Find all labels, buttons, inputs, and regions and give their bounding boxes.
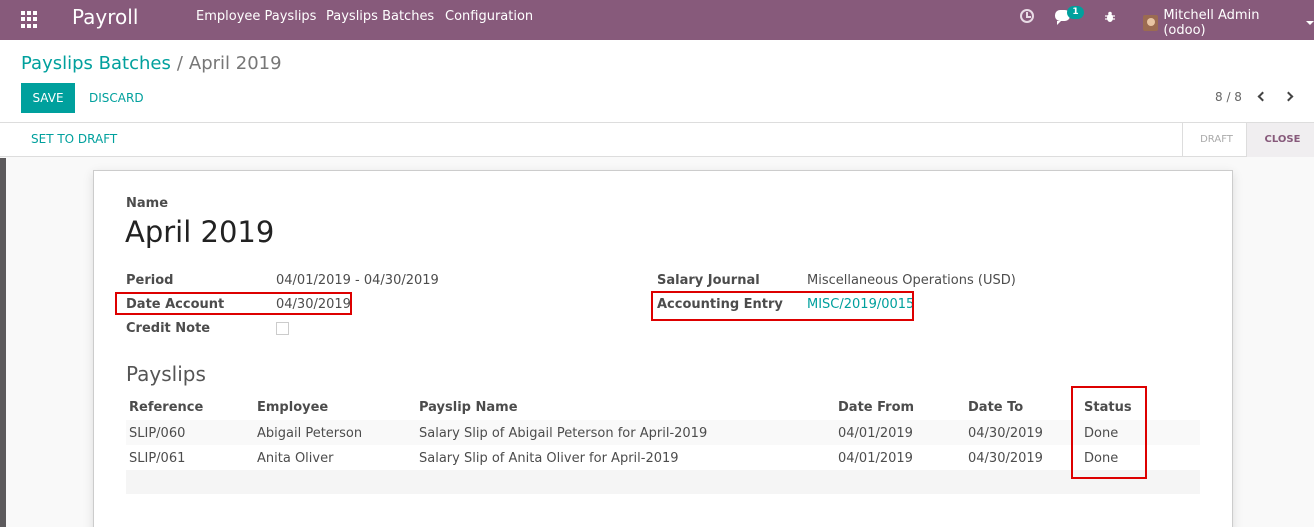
cell-date-from: 04/01/2019 (838, 426, 913, 441)
salary-journal-field[interactable]: Miscellaneous Operations (USD) (807, 273, 1016, 288)
period-label: Period (126, 273, 174, 288)
table-row[interactable]: SLIP/061 Anita Oliver Salary Slip of Ani… (126, 445, 1200, 470)
breadcrumb-separator: / (176, 53, 183, 74)
cell-employee: Abigail Peterson (257, 426, 363, 441)
credit-note-label: Credit Note (126, 321, 211, 336)
cell-payslip-name: Salary Slip of Abigail Peterson for Apri… (419, 426, 708, 441)
cell-reference: SLIP/061 (129, 451, 186, 466)
discard-button[interactable]: DISCARD (89, 83, 144, 113)
cell-employee: Anita Oliver (257, 451, 334, 466)
column-header-employee[interactable]: Employee (257, 400, 328, 415)
column-header-reference[interactable]: Reference (129, 400, 203, 415)
chevron-right-icon[interactable] (1283, 91, 1294, 102)
avatar (1143, 15, 1159, 31)
column-header-date-to[interactable]: Date To (968, 400, 1023, 415)
salary-journal-label: Salary Journal (657, 273, 760, 288)
cell-date-from: 04/01/2019 (838, 451, 913, 466)
cell-date-to: 04/30/2019 (968, 451, 1043, 466)
table-empty-row (126, 470, 1200, 494)
menu-payslips-batches[interactable]: Payslips Batches (326, 9, 434, 24)
column-header-payslip-name[interactable]: Payslip Name (419, 400, 518, 415)
user-name: Mitchell Admin (odoo) (1163, 8, 1260, 38)
pager-counter[interactable]: 8 / 8 (1215, 90, 1242, 104)
user-menu[interactable]: Mitchell Admin (odoo) (1143, 8, 1314, 38)
cell-date-to: 04/30/2019 (968, 426, 1043, 441)
control-panel: Payslips Batches / April 2019 SAVE DISCARD… (0, 40, 1314, 123)
credit-note-checkbox[interactable] (276, 322, 289, 335)
cell-payslip-name: Salary Slip of Anita Oliver for April-20… (419, 451, 679, 466)
stage-pipeline: DRAFT CLOSE (1182, 123, 1314, 157)
stage-close[interactable]: CLOSE (1246, 123, 1314, 157)
top-navbar: Payroll Employee Payslips Payslips Batch… (0, 0, 1314, 40)
payslips-section-title: Payslips (126, 362, 206, 386)
chevron-left-icon[interactable] (1257, 91, 1268, 102)
stage-draft[interactable]: DRAFT (1182, 123, 1246, 157)
set-to-draft-button[interactable]: SET TO DRAFT (31, 132, 117, 146)
table-row[interactable]: SLIP/060 Abigail Peterson Salary Slip of… (126, 420, 1200, 445)
menu-configuration[interactable]: Configuration (445, 9, 533, 24)
save-button[interactable]: SAVE (21, 83, 75, 113)
activity-clock-icon[interactable] (1020, 9, 1034, 23)
name-label: Name (126, 196, 169, 211)
messaging-badge: 1 (1067, 6, 1084, 19)
breadcrumb-parent[interactable]: Payslips Batches (21, 53, 171, 74)
highlight-box-accounting-entry (651, 291, 914, 321)
column-header-date-from[interactable]: Date From (838, 400, 914, 415)
window-edge (0, 158, 6, 527)
menu-employee-payslips[interactable]: Employee Payslips (196, 9, 316, 24)
period-field[interactable]: 04/01/2019 - 04/30/2019 (276, 273, 439, 288)
status-bar: SET TO DRAFT DRAFT CLOSE (0, 123, 1314, 157)
chevron-down-icon (1306, 21, 1314, 25)
breadcrumb-current: April 2019 (188, 53, 282, 74)
breadcrumb: Payslips Batches / April 2019 (21, 53, 282, 75)
debug-bug-icon[interactable] (1104, 11, 1116, 23)
cell-reference: SLIP/060 (129, 426, 186, 441)
name-field[interactable]: April 2019 (125, 214, 274, 250)
highlight-box-date-account (115, 292, 352, 315)
app-name[interactable]: Payroll (72, 5, 138, 29)
apps-menu-icon[interactable] (21, 11, 38, 28)
highlight-box-status (1071, 386, 1147, 479)
